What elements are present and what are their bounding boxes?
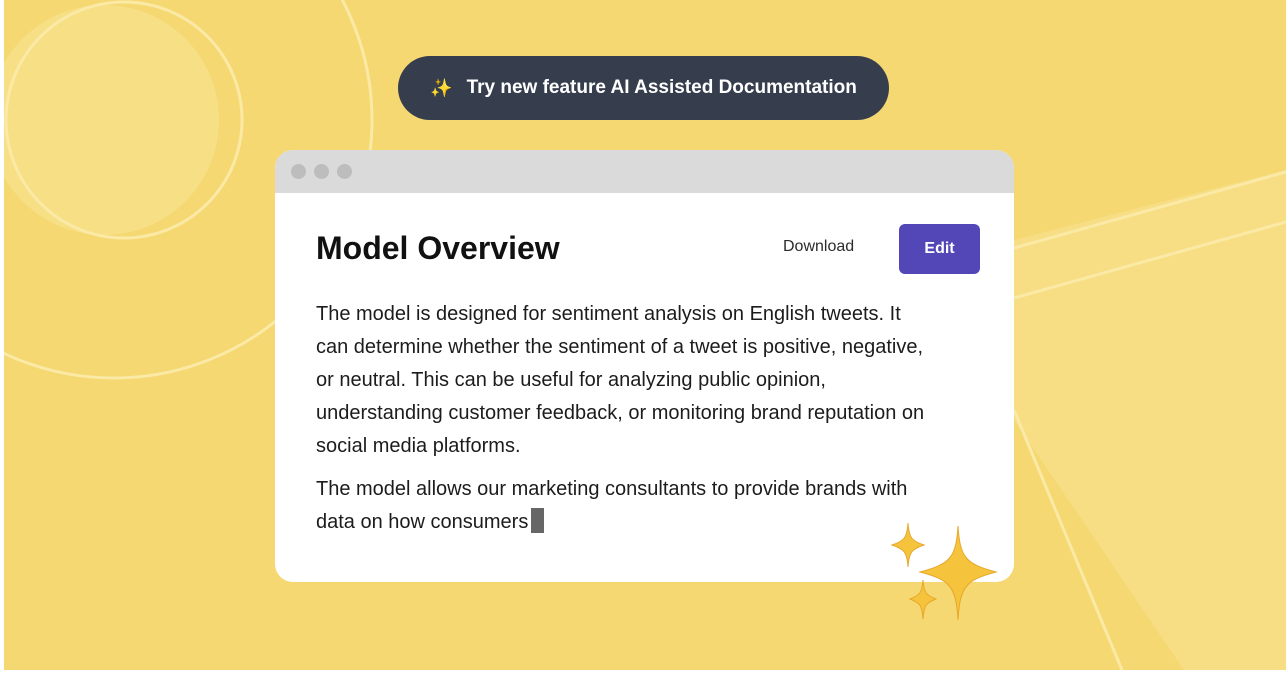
window-dot-icon bbox=[337, 164, 352, 179]
window-titlebar bbox=[275, 150, 1014, 193]
try-feature-banner[interactable]: ✨ Try new feature AI Assisted Documentat… bbox=[398, 56, 889, 120]
sparkles-icon bbox=[890, 522, 998, 621]
page-title: Model Overview bbox=[316, 230, 560, 266]
paragraph-text: The model allows our marketing consultan… bbox=[316, 478, 908, 533]
description-paragraph[interactable]: The model is designed for sentiment anal… bbox=[316, 298, 926, 463]
sparkles-icon: ✨ bbox=[430, 77, 453, 98]
description-paragraph-editing[interactable]: The model allows our marketing consultan… bbox=[316, 473, 926, 539]
window-dot-icon bbox=[314, 164, 329, 179]
text-cursor bbox=[531, 508, 545, 533]
banner-text: Try new feature AI Assisted Documentatio… bbox=[466, 77, 857, 98]
edit-button[interactable]: Edit bbox=[899, 224, 980, 274]
window-dot-icon bbox=[291, 164, 306, 179]
download-button[interactable]: Download bbox=[783, 238, 854, 256]
